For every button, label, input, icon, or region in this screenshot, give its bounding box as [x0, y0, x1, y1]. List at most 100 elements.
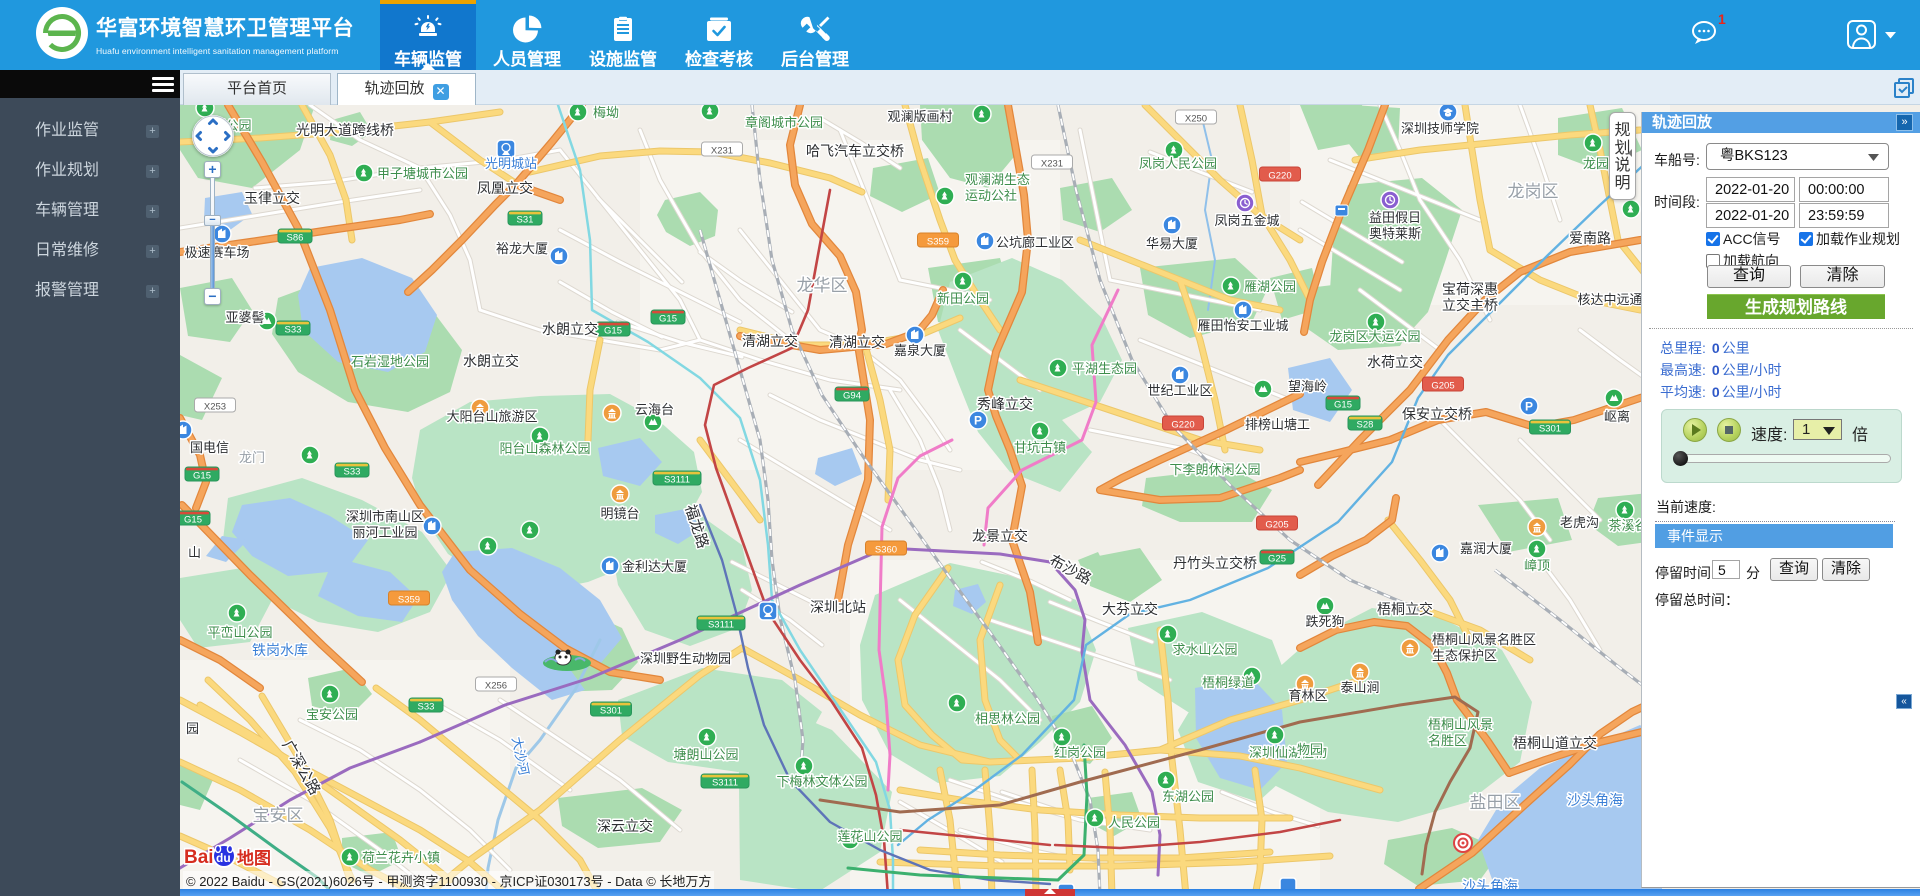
svg-text:水朗立交: 水朗立交 [463, 353, 519, 369]
svg-text:奥特莱斯: 奥特莱斯 [1369, 226, 1421, 241]
svg-text:金利达大厦: 金利达大厦 [622, 559, 687, 574]
svg-text:光明大道跨线桥: 光明大道跨线桥 [296, 122, 394, 138]
svg-text:保安立交桥: 保安立交桥 [1402, 406, 1472, 422]
svg-text:下梅林文体公园: 下梅林文体公园 [776, 774, 867, 789]
svg-text:国电信: 国电信 [190, 440, 229, 455]
svg-text:S301: S301 [600, 706, 622, 717]
svg-text:塘朗山公园: 塘朗山公园 [673, 747, 738, 762]
svg-text:du: du [216, 851, 231, 865]
svg-text:G15: G15 [184, 515, 202, 526]
svg-text:G220: G220 [1171, 420, 1194, 431]
svg-text:生态保护区: 生态保护区 [1432, 648, 1497, 663]
svg-text:G15: G15 [659, 314, 677, 325]
svg-text:丹竹头立交桥: 丹竹头立交桥 [1173, 555, 1257, 571]
svg-text:宝安公园: 宝安公园 [306, 707, 358, 722]
svg-text:G205: G205 [1265, 520, 1288, 531]
svg-text:地图: 地图 [237, 848, 271, 868]
svg-text:梅坳: 梅坳 [593, 105, 619, 120]
svg-text:名胜区: 名胜区 [1428, 733, 1467, 748]
svg-text:老虎沟: 老虎沟 [1560, 515, 1599, 530]
svg-text:1: 1 [1718, 14, 1726, 27]
svg-text:立交主桥: 立交主桥 [1442, 297, 1498, 313]
svg-text:岖离: 岖离 [1604, 409, 1630, 424]
svg-text:裕龙大厦: 裕龙大厦 [496, 241, 548, 256]
svg-text:梧桐山风景名胜区: 梧桐山风景名胜区 [1432, 632, 1536, 647]
svg-text:梧桐山道立交: 梧桐山道立交 [1513, 735, 1597, 751]
svg-text:东湖公园: 东湖公园 [1162, 789, 1214, 804]
svg-text:爱南路: 爱南路 [1569, 230, 1611, 246]
svg-text:甘坑古镇: 甘坑古镇 [1014, 440, 1066, 455]
svg-text:X253: X253 [204, 402, 226, 413]
svg-text:铁岗水库: 铁岗水库 [252, 642, 308, 658]
svg-text:X256: X256 [485, 681, 507, 692]
svg-text:P: P [1525, 400, 1533, 414]
svg-text:龙岗区: 龙岗区 [1508, 182, 1559, 201]
svg-text:清湖立交: 清湖立交 [829, 334, 885, 350]
svg-text:X231: X231 [711, 146, 733, 157]
svg-text:核达中远通: 核达中远通 [1577, 292, 1642, 307]
svg-text:梧桐绿道: 梧桐绿道 [1202, 675, 1254, 690]
svg-text:龙华区: 龙华区 [797, 276, 848, 295]
svg-text:育林区: 育林区 [1288, 688, 1327, 703]
svg-text:X250: X250 [1185, 114, 1207, 125]
svg-text:清湖立交: 清湖立交 [742, 333, 798, 349]
svg-text:S360: S360 [875, 545, 897, 556]
svg-text:大芬立交: 大芬立交 [1102, 601, 1158, 617]
svg-text:石岩湿地公园: 石岩湿地公园 [351, 354, 429, 369]
svg-text:龙门: 龙门 [239, 450, 265, 465]
svg-text:跌死狗: 跌死狗 [1305, 614, 1344, 629]
svg-text:盐田区: 盐田区 [1470, 793, 1521, 812]
svg-text:物园: 物园 [1297, 742, 1323, 757]
svg-text:G94: G94 [843, 391, 861, 402]
svg-text:泰山涧: 泰山涧 [1340, 680, 1379, 695]
svg-text:宝荷深惠: 宝荷深惠 [1442, 281, 1498, 297]
svg-text:章阁城市公园: 章阁城市公园 [745, 115, 823, 130]
svg-text:世纪工业区: 世纪工业区 [1147, 383, 1212, 398]
svg-text:凤岗人民公园: 凤岗人民公园 [1139, 156, 1217, 171]
svg-text:水荷立交: 水荷立交 [1367, 354, 1423, 370]
svg-text:嶂顶: 嶂顶 [1524, 558, 1550, 573]
svg-text:S31: S31 [517, 215, 534, 226]
svg-text:S301: S301 [1539, 424, 1561, 435]
svg-text:龙岗区大运公园: 龙岗区大运公园 [1329, 329, 1420, 344]
svg-text:相思林公园: 相思林公园 [975, 711, 1040, 726]
svg-text:嘉泉大厦: 嘉泉大厦 [894, 343, 946, 358]
svg-text:排榜山塘工: 排榜山塘工 [1245, 417, 1310, 432]
svg-text:阳台山森林公园: 阳台山森林公园 [499, 441, 590, 456]
svg-text:G25: G25 [1268, 554, 1286, 565]
svg-text:平湖生态园: 平湖生态园 [1072, 361, 1137, 376]
svg-text:深圳市南山区: 深圳市南山区 [346, 509, 424, 524]
svg-text:S359: S359 [927, 237, 949, 248]
svg-text:求水山公园: 求水山公园 [1172, 642, 1237, 657]
svg-text:山: 山 [188, 545, 201, 560]
svg-text:望海岭: 望海岭 [1288, 379, 1327, 394]
svg-text:梧桐山风景: 梧桐山风景 [1428, 717, 1493, 732]
svg-text:S3111: S3111 [712, 778, 738, 789]
svg-text:沙头角海: 沙头角海 [1567, 792, 1623, 808]
svg-text:益田假日: 益田假日 [1369, 210, 1421, 225]
svg-text:G15: G15 [604, 326, 622, 337]
svg-text:G205: G205 [1431, 381, 1454, 392]
svg-text:丽河工业园: 丽河工业园 [352, 525, 417, 540]
svg-text:龙园: 龙园 [1583, 156, 1609, 171]
svg-text:S359: S359 [398, 595, 420, 606]
svg-text:平峦山公园: 平峦山公园 [207, 625, 272, 640]
svg-text:G15: G15 [193, 471, 211, 482]
svg-text:人民公园: 人民公园 [1108, 815, 1160, 830]
svg-text:云海台: 云海台 [635, 402, 674, 417]
svg-text:水朗立交: 水朗立交 [542, 321, 598, 337]
svg-text:宝安区: 宝安区 [253, 806, 304, 825]
svg-text:运动公社: 运动公社 [965, 188, 1017, 203]
svg-text:哈飞汽车立交桥: 哈飞汽车立交桥 [806, 143, 904, 159]
svg-text:深圳野生动物园: 深圳野生动物园 [640, 651, 731, 666]
svg-text:S86: S86 [287, 233, 304, 244]
svg-text:深圳技师学院: 深圳技师学院 [1401, 121, 1479, 136]
svg-text:亚婆髻: 亚婆髻 [225, 310, 264, 325]
svg-text:P: P [974, 414, 982, 428]
svg-text:Bai: Bai [184, 847, 214, 868]
svg-text:雁湖公园: 雁湖公园 [1244, 279, 1296, 294]
svg-text:新田公园: 新田公园 [937, 291, 989, 306]
svg-text:光明城站: 光明城站 [485, 156, 537, 171]
svg-text:S33: S33 [344, 467, 361, 478]
svg-text:公坑廊工业区: 公坑廊工业区 [996, 235, 1074, 250]
